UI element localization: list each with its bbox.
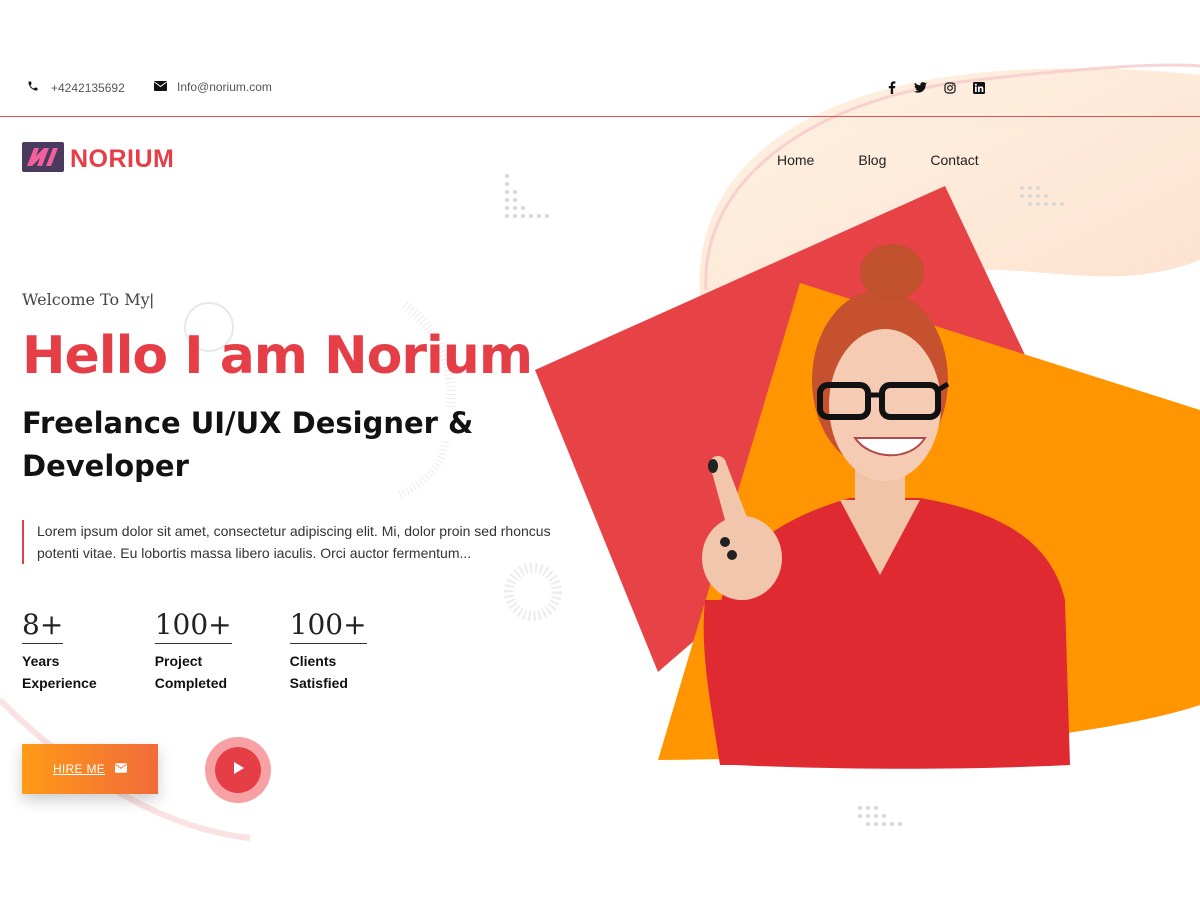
linkedin-icon[interactable] bbox=[971, 80, 986, 95]
email-address: Info@norium.com bbox=[177, 80, 272, 94]
stat-clients: 100+ Clients Satisfied bbox=[289, 608, 367, 694]
welcome-text: Welcome To My bbox=[22, 290, 154, 310]
play-icon bbox=[231, 761, 245, 780]
nav-contact[interactable]: Contact bbox=[930, 152, 978, 168]
stats: 8+ Years Experience 100+ Project Complet… bbox=[22, 608, 425, 694]
hire-me-button[interactable]: HIRE ME bbox=[22, 744, 158, 794]
logo-text: NORIUM bbox=[70, 145, 175, 173]
stat-label: Clients Satisfied bbox=[289, 653, 348, 691]
facebook-icon[interactable] bbox=[884, 80, 899, 95]
top-bar: +4242135692 Info@norium.com bbox=[0, 70, 1200, 117]
play-video-button[interactable] bbox=[205, 737, 271, 803]
instagram-icon[interactable] bbox=[942, 80, 957, 95]
hero-description: Lorem ipsum dolor sit amet, consectetur … bbox=[22, 520, 562, 564]
stat-projects: 100+ Project Completed bbox=[154, 608, 232, 694]
dot-grid-3 bbox=[858, 806, 902, 826]
mail-icon bbox=[154, 80, 167, 94]
play-button-inner bbox=[215, 747, 261, 793]
logo[interactable]: NORIUM bbox=[22, 142, 174, 177]
hero-illustration bbox=[535, 186, 1200, 769]
phone-number: +4242135692 bbox=[51, 80, 125, 95]
contact-email[interactable]: Info@norium.com bbox=[154, 80, 272, 94]
stat-value: 100+ bbox=[154, 608, 232, 644]
phone-icon bbox=[27, 80, 39, 95]
hero-subtitle: Freelance UI/UX Designer & Developer bbox=[22, 406, 474, 483]
stat-experience: 8+ Years Experience bbox=[22, 608, 97, 694]
mail-icon bbox=[115, 762, 128, 776]
stat-value: 100+ bbox=[289, 608, 367, 644]
main-nav: Home Blog Contact bbox=[777, 152, 1023, 168]
twitter-icon[interactable] bbox=[913, 80, 928, 95]
logo-mark-icon bbox=[22, 142, 64, 177]
contact-phone[interactable]: +4242135692 bbox=[27, 80, 125, 95]
stat-label: Years Experience bbox=[22, 653, 97, 691]
social-links bbox=[884, 80, 986, 95]
nav-home[interactable]: Home bbox=[777, 152, 814, 168]
nav-blog[interactable]: Blog bbox=[858, 152, 886, 168]
stat-value: 8+ bbox=[22, 608, 64, 644]
hire-me-label: HIRE ME bbox=[52, 762, 106, 776]
hero-title: Hello I am Norium bbox=[22, 326, 533, 386]
stat-label: Project Completed bbox=[154, 653, 228, 691]
